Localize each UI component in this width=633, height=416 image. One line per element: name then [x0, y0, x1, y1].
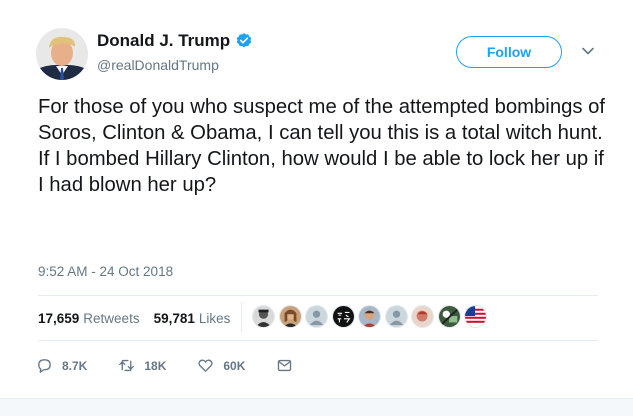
divider [38, 295, 598, 296]
tweet-card: Donald J. Trump @realDonaldTrump Follow … [0, 0, 633, 416]
author-display-name[interactable]: Donald J. Trump [97, 31, 230, 51]
stats-separator [241, 302, 242, 332]
retweets-label: Retweets [83, 311, 140, 326]
chevron-down-icon[interactable] [581, 44, 595, 58]
like-action[interactable]: 60K [197, 357, 245, 374]
divider [38, 340, 598, 341]
likes-stat[interactable]: 59,781 Likes [154, 311, 231, 326]
liker-avatar[interactable] [278, 305, 302, 328]
author-name-row: Donald J. Trump [97, 31, 253, 51]
verified-badge-icon [236, 33, 252, 48]
page-footer-strip [0, 398, 633, 416]
reply-action[interactable]: 8.7K [36, 357, 87, 374]
liker-avatar[interactable] [411, 305, 434, 328]
us-flag-icon[interactable] [464, 305, 487, 328]
likes-label: Likes [198, 311, 231, 326]
envelope-icon [278, 359, 292, 372]
author-handle[interactable]: @realDonaldTrump [97, 57, 219, 73]
direct-message-action[interactable] [276, 357, 293, 374]
retweet-icon [119, 359, 135, 372]
liker-avatar[interactable] [252, 305, 275, 328]
reply-count: 8.7K [62, 358, 88, 373]
likes-count: 59,781 [153, 311, 195, 326]
retweet-count: 18K [144, 358, 167, 373]
default-avatar-icon[interactable] [305, 305, 328, 328]
like-count: 60K [223, 358, 246, 373]
liker-avatar[interactable] [358, 305, 381, 328]
heart-icon [198, 359, 213, 372]
retweet-action[interactable]: 18K [118, 357, 166, 374]
tweet-actions: 8.7K 18K 60K [36, 357, 324, 374]
liker-avatar[interactable] [437, 305, 461, 328]
liker-avatars [252, 305, 491, 328]
retweets-count: 17,659 [38, 311, 80, 326]
reply-icon [38, 359, 51, 373]
liker-avatar[interactable] [331, 305, 355, 328]
follow-button[interactable]: Follow [456, 36, 562, 68]
author-avatar[interactable] [36, 28, 88, 80]
tweet-timestamp[interactable]: 9:52 AM - 24 Oct 2018 [38, 264, 173, 279]
tweet-text: For those of you who suspect me of the a… [38, 96, 606, 196]
retweets-stat[interactable]: 17,659 Retweets [38, 311, 140, 326]
tweet-stats: 17,659 Retweets 59,781 Likes [38, 311, 230, 326]
default-avatar-icon[interactable] [384, 305, 408, 328]
